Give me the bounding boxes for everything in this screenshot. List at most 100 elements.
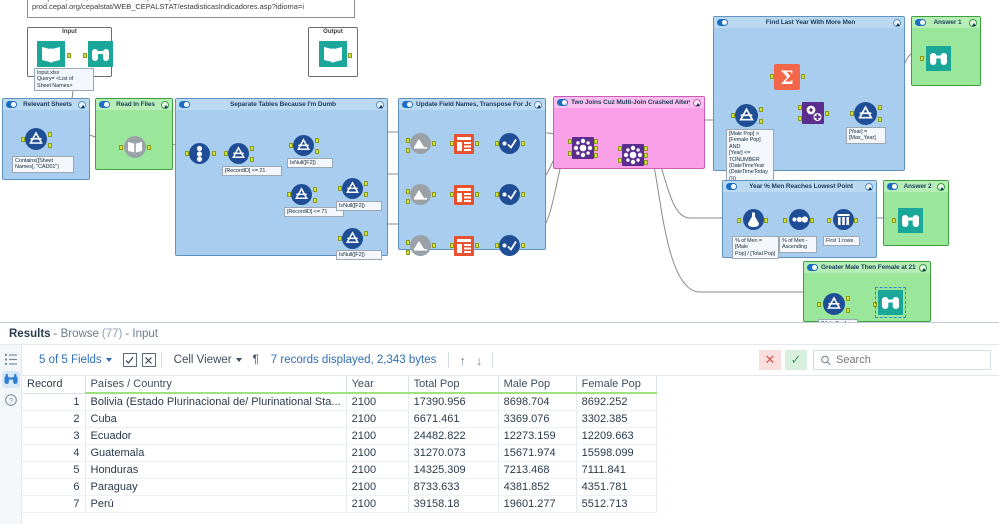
table-cell[interactable]: 14325.309 [408, 461, 499, 479]
transpose-tool-3[interactable] [454, 236, 474, 256]
join-tool-2[interactable] [622, 144, 644, 166]
browse-input-port[interactable] [83, 53, 87, 58]
table-cell[interactable]: 8698.704 [498, 393, 577, 411]
collapse-icon[interactable] [534, 100, 542, 109]
column-header-male-pop[interactable]: Male Pop [498, 376, 577, 394]
search-box[interactable] [813, 350, 991, 370]
filter-tool-find-last-year[interactable] [735, 104, 758, 127]
container-toggle-icon[interactable] [99, 101, 110, 108]
filter-tool-greater-male[interactable] [823, 293, 845, 315]
cell-viewer-selector[interactable]: Cell Viewer [167, 349, 249, 371]
container-answer-2[interactable]: Answer 2 [883, 180, 949, 246]
filter2-true-port[interactable] [313, 187, 317, 192]
select3-in-port[interactable] [495, 243, 499, 248]
container-header[interactable]: Find Last Year With More Men [714, 17, 904, 28]
sort-out-port[interactable] [810, 218, 814, 223]
table-cell[interactable]: 3302.385 [576, 410, 657, 428]
formula-in-port[interactable] [737, 218, 741, 223]
isnull2-false-port[interactable] [364, 192, 368, 197]
table-cell[interactable]: Ecuador [85, 427, 347, 445]
container-toggle-icon[interactable] [402, 101, 413, 108]
container-header[interactable]: Greater Male Then Female at 2100 [804, 262, 930, 273]
table-cell[interactable]: 7111.841 [576, 461, 657, 479]
transpose3-out-port[interactable] [475, 243, 479, 248]
rename3-out-port[interactable] [432, 243, 436, 248]
search-input[interactable] [835, 354, 983, 366]
transpose1-out-port[interactable] [475, 141, 479, 146]
container-header[interactable]: Relevant Sheets [3, 99, 89, 110]
table-cell[interactable]: 8692.252 [576, 393, 657, 411]
container-two-joins[interactable]: Two Joins Cuz Multi-Join Crashed Alteryx [553, 96, 705, 169]
table-cell[interactable]: Honduras [85, 461, 347, 479]
table-cell[interactable]: Bolivia (Estado Plurinacional de/ Plurin… [85, 393, 347, 411]
formula-tool[interactable] [743, 209, 764, 230]
input-data-tool[interactable] [37, 41, 65, 67]
container-header[interactable]: Two Joins Cuz Multi-Join Crashed Alteryx [554, 97, 704, 108]
select2-out-port[interactable] [521, 192, 525, 197]
container-header[interactable]: Separate Tables Because I'm Dumb [176, 99, 387, 110]
filter-tool-records-1[interactable] [228, 143, 249, 164]
browse-tool-greater-male[interactable] [875, 287, 906, 318]
sample-tool[interactable] [833, 209, 854, 230]
formula-out-port[interactable] [764, 218, 768, 223]
table-cell[interactable]: 2100 [346, 495, 409, 513]
container-find-last-year[interactable]: Find Last Year With More Men [Male Pop] … [713, 16, 905, 185]
filter-tool-records-2[interactable] [291, 184, 312, 205]
join1-right-port[interactable] [568, 151, 572, 156]
filter2-false-port[interactable] [313, 198, 317, 203]
table-cell[interactable]: 3 [22, 427, 86, 445]
isnull1-in-port[interactable] [289, 143, 293, 148]
join1-out-l-port[interactable] [594, 139, 598, 144]
table-cell[interactable]: 15671.974 [498, 444, 577, 462]
summarize-out-port[interactable] [801, 74, 805, 79]
container-toggle-icon[interactable] [915, 19, 926, 26]
rename3-in2-port[interactable] [406, 250, 410, 255]
find-filter-true-port[interactable] [759, 107, 763, 112]
deselect-all-fields-button[interactable] [141, 353, 156, 367]
filter-tool-isnull-1[interactable] [293, 135, 314, 156]
column-header-year[interactable]: Year [346, 376, 409, 394]
record-id-tool[interactable] [189, 143, 210, 164]
table-cell[interactable]: 24482.822 [408, 427, 499, 445]
browse-tool-answer-1[interactable] [926, 46, 951, 71]
table-cell[interactable]: 4381.852 [498, 478, 577, 496]
table-cell[interactable]: 2100 [346, 427, 409, 445]
table-row[interactable]: 2 Cuba 2100 6671.461 3369.076 3302.385 [22, 410, 657, 428]
container-toggle-icon[interactable] [179, 101, 190, 108]
container-toggle-icon[interactable] [6, 101, 17, 108]
container-header[interactable]: Read In Files [96, 99, 172, 110]
greater-filter-in-port[interactable] [817, 302, 821, 307]
column-header-female-pop[interactable]: Female Pop [576, 376, 657, 394]
container-read-in-files[interactable]: Read In Files [95, 98, 173, 170]
table-cell[interactable]: 7213.468 [498, 461, 577, 479]
table-cell[interactable]: 39158.18 [408, 495, 499, 513]
isnull2-true-port[interactable] [364, 181, 368, 186]
container-greater-male[interactable]: Greater Male Then Female at 2100 [Male P… [803, 261, 931, 322]
table-cell[interactable]: Paraguay [85, 478, 347, 496]
table-cell[interactable]: 2 [22, 410, 86, 428]
transpose3-in-port[interactable] [450, 243, 454, 248]
list-icon[interactable] [2, 351, 20, 368]
record-id-out-port[interactable] [212, 151, 216, 156]
isnull1-true-port[interactable] [315, 138, 319, 143]
container-update-field-names[interactable]: Update Field Names, Transpose For Join [398, 98, 546, 256]
workflow-comment[interactable]: Prospects, 2019, online edition. https:/… [27, 0, 355, 18]
join1-out-r-port[interactable] [594, 153, 598, 158]
table-cell[interactable]: Cuba [85, 410, 347, 428]
filter2-in-port[interactable] [287, 192, 291, 197]
table-row[interactable]: 4 Guatemala 2100 31270.073 15671.974 15598.09… [22, 444, 657, 462]
sample-in-port[interactable] [827, 218, 831, 223]
table-cell[interactable]: 8733.633 [408, 478, 499, 496]
collapse-icon[interactable] [893, 18, 901, 27]
append-fields-tool[interactable] [802, 102, 824, 124]
summarize-in-port[interactable] [770, 74, 774, 79]
filter1-false-port[interactable] [250, 157, 254, 162]
sample-out-port[interactable] [854, 218, 858, 223]
table-cell[interactable]: Guatemala [85, 444, 347, 462]
select-tool-1[interactable] [499, 133, 520, 154]
container-header[interactable]: Update Field Names, Transpose For Join [399, 99, 545, 110]
join2-out-l-port[interactable] [644, 146, 648, 151]
max-year-true-port[interactable] [878, 105, 882, 110]
find-filter-false-port[interactable] [759, 119, 763, 124]
container-toggle-icon[interactable] [726, 183, 737, 190]
